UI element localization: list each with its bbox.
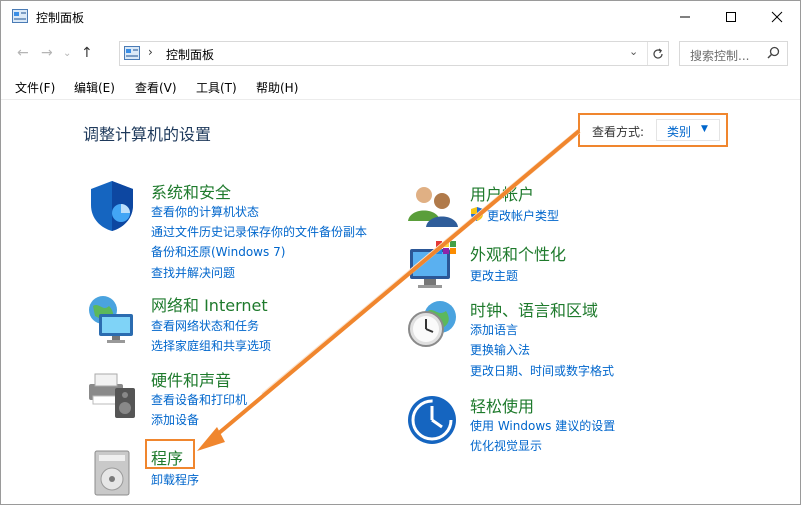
maximize-icon <box>726 12 736 22</box>
menu-bar: 文件(F) 编辑(E) 查看(V) 工具(T) 帮助(H) <box>1 73 800 100</box>
menu-edit[interactable]: 编辑(E) <box>74 79 115 96</box>
control-panel-icon <box>12 9 28 23</box>
link-troubleshoot[interactable]: 查找并解决问题 <box>151 264 235 281</box>
programs-box-icon <box>94 450 130 496</box>
view-by-dropdown[interactable]: 类别 ▼ <box>656 119 720 141</box>
close-icon <box>771 11 783 23</box>
category-title-appearance[interactable]: 外观和个性化 <box>470 241 566 265</box>
menu-file[interactable]: 文件(F) <box>15 79 55 96</box>
link-uninstall-program[interactable]: 卸载程序 <box>151 471 199 488</box>
link-backup-restore[interactable]: 备份和还原(Windows 7) <box>151 243 285 260</box>
title-bar: 控制面板 <box>1 1 800 33</box>
link-change-date-format[interactable]: 更改日期、时间或数字格式 <box>470 362 614 379</box>
up-arrow-icon[interactable]: ↑ <box>81 45 93 61</box>
address-bar[interactable]: › 控制面板 ⌄ <box>119 41 669 66</box>
link-homegroup[interactable]: 选择家庭组和共享选项 <box>151 337 271 354</box>
minimize-icon <box>680 16 690 18</box>
maximize-button[interactable] <box>708 1 754 33</box>
ease-of-access-icon <box>408 396 456 444</box>
view-by-label: 查看方式: <box>592 125 645 139</box>
category-title-network[interactable]: 网络和 Internet <box>151 292 268 316</box>
link-add-device[interactable]: 添加设备 <box>151 411 199 428</box>
view-by-value: 类别 <box>667 125 692 139</box>
address-row: ← → ⌄ ↑ › 控制面板 ⌄ 搜索控制... <box>1 37 800 69</box>
user-accounts-icon <box>408 187 458 227</box>
clock-globe-icon <box>408 301 456 347</box>
search-icon[interactable] <box>767 46 780 59</box>
control-panel-window: 控制面板 ← → ⌄ ↑ › 控制面板 ⌄ 搜索控制... 文件(F) 编辑(E… <box>0 0 801 505</box>
forward-arrow-icon[interactable]: → <box>41 45 53 61</box>
printer-speaker-icon <box>89 373 135 418</box>
minimize-button[interactable] <box>662 1 708 33</box>
search-input[interactable]: 搜索控制... <box>679 41 788 66</box>
back-arrow-icon[interactable]: ← <box>17 45 29 61</box>
link-add-language[interactable]: 添加语言 <box>470 321 518 338</box>
link-optimize-display[interactable]: 优化视觉显示 <box>470 437 542 454</box>
dropdown-caret-icon: ▼ <box>701 124 708 134</box>
link-network-status[interactable]: 查看网络状态和任务 <box>151 317 259 334</box>
menu-help[interactable]: 帮助(H) <box>256 79 298 96</box>
category-title-programs[interactable]: 程序 <box>151 445 183 469</box>
menu-tools[interactable]: 工具(T) <box>196 79 237 96</box>
refresh-button[interactable] <box>647 42 668 65</box>
close-button[interactable] <box>754 1 800 33</box>
page-title: 调整计算机的设置 <box>83 125 212 144</box>
category-title-users[interactable]: 用户帐户 <box>470 181 534 205</box>
breadcrumb-chevron-icon[interactable]: › <box>148 45 153 59</box>
category-title-hardware[interactable]: 硬件和声音 <box>151 367 231 391</box>
window-title: 控制面板 <box>36 11 85 25</box>
category-title-clock[interactable]: 时钟、语言和区域 <box>470 297 598 321</box>
link-change-account-type[interactable]: 更改帐户类型 <box>487 207 559 224</box>
recent-locations-icon[interactable]: ⌄ <box>63 48 71 59</box>
main-content: 调整计算机的设置 查看方式: 类别 ▼ 系统和安全 查看你的计算机状态 通过文件… <box>1 99 800 504</box>
control-panel-icon <box>124 46 140 60</box>
address-dropdown-icon[interactable]: ⌄ <box>629 45 638 58</box>
link-file-history[interactable]: 通过文件历史记录保存你的文件备份副本 <box>151 223 367 240</box>
view-by-highlight: 查看方式: 类别 ▼ <box>578 113 728 147</box>
breadcrumb[interactable]: 控制面板 <box>166 46 214 63</box>
shield-icon <box>91 181 133 231</box>
link-devices-printers[interactable]: 查看设备和打印机 <box>151 391 247 408</box>
category-title-system[interactable]: 系统和安全 <box>151 179 231 203</box>
link-change-input-method[interactable]: 更换输入法 <box>470 341 530 358</box>
link-view-computer-status[interactable]: 查看你的计算机状态 <box>151 203 259 220</box>
network-globe-icon <box>89 296 133 343</box>
uac-shield-icon <box>471 207 483 221</box>
link-change-theme[interactable]: 更改主题 <box>470 267 518 284</box>
menu-view[interactable]: 查看(V) <box>135 79 177 96</box>
appearance-monitor-icon <box>410 241 456 288</box>
category-title-ease[interactable]: 轻松使用 <box>470 393 534 417</box>
refresh-icon <box>653 48 663 59</box>
search-placeholder: 搜索控制... <box>690 49 750 63</box>
link-recommended-settings[interactable]: 使用 Windows 建议的设置 <box>470 417 615 434</box>
